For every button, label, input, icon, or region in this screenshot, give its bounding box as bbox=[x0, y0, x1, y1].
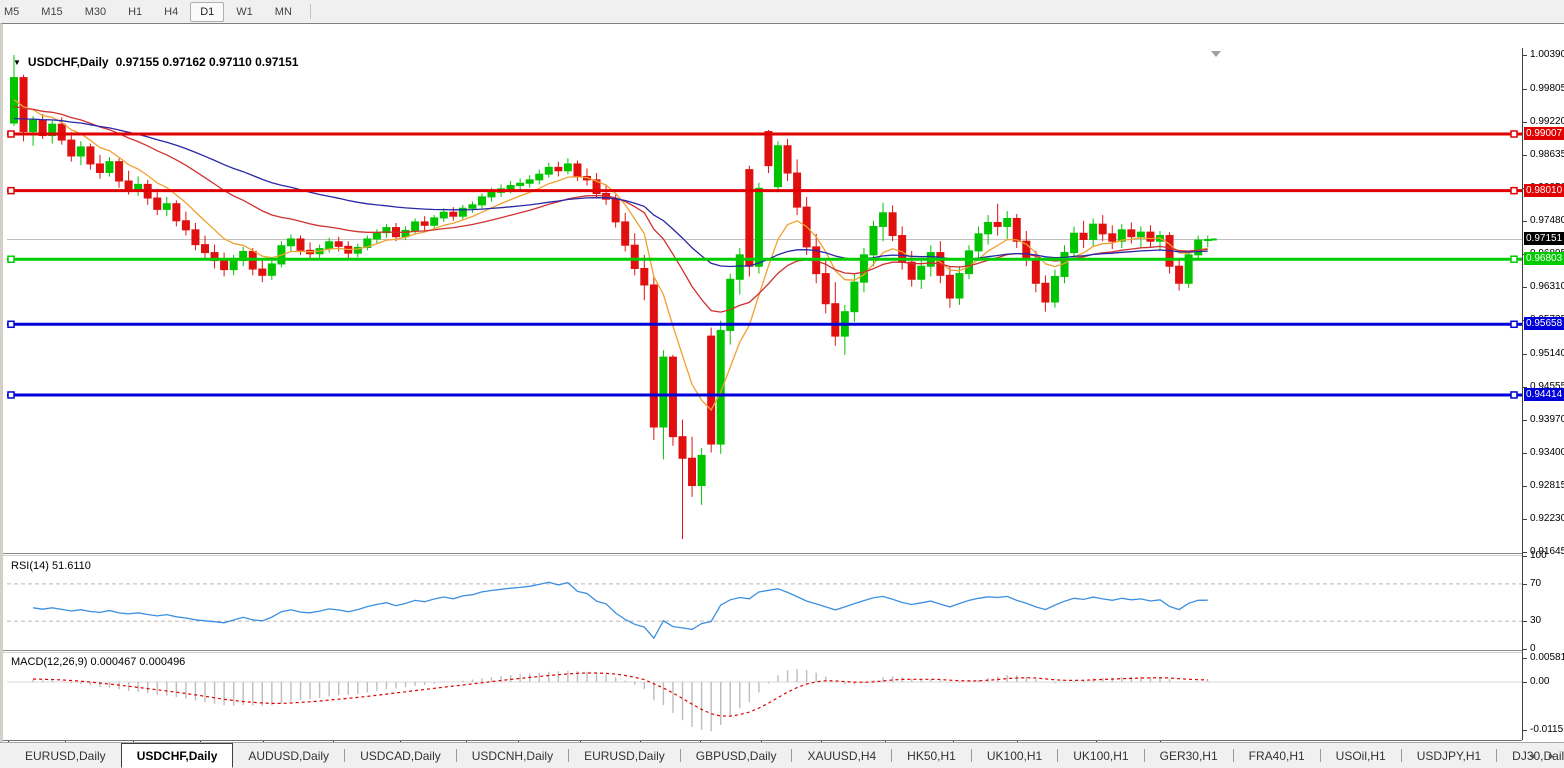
tab-scroll-left-icon[interactable]: ◄ bbox=[1528, 751, 1537, 761]
hline-price-label: 0.98010 bbox=[1524, 184, 1564, 197]
axis-tick bbox=[1523, 556, 1527, 557]
price-tick-label: 0.95140 bbox=[1530, 348, 1564, 359]
rsi-pane-canvas[interactable] bbox=[7, 556, 1522, 650]
axis-tick bbox=[1523, 552, 1527, 553]
axis-tick bbox=[1523, 730, 1527, 731]
hline-price-label: 0.99007 bbox=[1524, 127, 1564, 140]
price-tick-label: 0.93400 bbox=[1530, 447, 1564, 458]
rsi-tick-label: 100 bbox=[1530, 550, 1547, 561]
axis-tick bbox=[1523, 155, 1527, 156]
axis-tick bbox=[1523, 122, 1527, 123]
main-chart-canvas[interactable] bbox=[7, 48, 1522, 554]
price-tick-label: 1.00390 bbox=[1530, 49, 1564, 60]
price-tick-label: 0.92230 bbox=[1530, 513, 1564, 524]
axis-tick bbox=[1523, 682, 1527, 683]
timeframe-button-w1[interactable]: W1 bbox=[226, 2, 263, 22]
axis-tick bbox=[1523, 453, 1527, 454]
macd-tick-label: 0.00 bbox=[1530, 676, 1549, 687]
tab-xauusd-h4[interactable]: XAUUSD,H4 bbox=[792, 743, 891, 768]
timeframe-button-d1[interactable]: D1 bbox=[190, 2, 224, 22]
tab-usdchf-daily[interactable]: USDCHF,Daily bbox=[121, 743, 234, 768]
tab-eurusd-daily[interactable]: EURUSD,Daily bbox=[569, 743, 680, 768]
macd-tick-label: -0.011514 bbox=[1530, 724, 1564, 735]
toolbar-separator bbox=[310, 4, 311, 19]
rsi-tick-label: 70 bbox=[1530, 578, 1541, 589]
tab-usdjpy-h1[interactable]: USDJPY,H1 bbox=[1402, 743, 1496, 768]
tab-hk50-h1[interactable]: HK50,H1 bbox=[892, 743, 971, 768]
timeframe-button-m15[interactable]: M15 bbox=[31, 2, 72, 22]
chart-window: ▼ USDCHF,Daily 0.97155 0.97162 0.97110 0… bbox=[0, 23, 1564, 742]
collapse-chart-icon[interactable]: ▼ bbox=[13, 58, 21, 67]
axis-tick bbox=[1523, 55, 1527, 56]
rsi-tick-label: 30 bbox=[1530, 615, 1541, 626]
timeframe-button-m5[interactable]: M5 bbox=[0, 2, 29, 22]
tab-audusd-daily[interactable]: AUDUSD,Daily bbox=[233, 743, 344, 768]
axis-tick bbox=[1523, 621, 1527, 622]
axis-tick bbox=[1523, 519, 1527, 520]
trading-terminal: M5M15M30H1H4D1W1MN ▼ USDCHF,Daily 0.9715… bbox=[0, 0, 1564, 768]
axis-tick bbox=[1523, 89, 1527, 90]
tab-eurusd-daily[interactable]: EURUSD,Daily bbox=[10, 743, 121, 768]
hline-price-label: 0.95658 bbox=[1524, 317, 1564, 330]
axis-tick bbox=[1523, 584, 1527, 585]
tab-scroll-buttons: ◄ ► bbox=[1528, 743, 1556, 768]
chart-shift-marker[interactable] bbox=[1211, 51, 1221, 57]
tab-usdcad-daily[interactable]: USDCAD,Daily bbox=[345, 743, 456, 768]
current-price-label: 0.97151 bbox=[1524, 232, 1564, 245]
price-tick-label: 0.97480 bbox=[1530, 215, 1564, 226]
timeframe-toolbar: M5M15M30H1H4D1W1MN bbox=[0, 0, 1564, 23]
price-tick-label: 0.93970 bbox=[1530, 414, 1564, 425]
timeframe-button-mn[interactable]: MN bbox=[265, 2, 302, 22]
tab-uk100-h1[interactable]: UK100,H1 bbox=[972, 743, 1057, 768]
axis-tick bbox=[1523, 486, 1527, 487]
macd-signal-line bbox=[33, 673, 1208, 716]
timeframe-button-h4[interactable]: H4 bbox=[154, 2, 188, 22]
hline-price-label: 0.96803 bbox=[1524, 252, 1564, 265]
timeframe-buttons: M5M15M30H1H4D1W1MN bbox=[0, 2, 318, 22]
axis-tick bbox=[1523, 658, 1527, 659]
tab-usdcnh-daily[interactable]: USDCNH,Daily bbox=[457, 743, 568, 768]
tab-ger30-h1[interactable]: GER30,H1 bbox=[1145, 743, 1233, 768]
axis-tick bbox=[1523, 649, 1527, 650]
chart-tab-bar: EURUSD,DailyUSDCHF,DailyAUDUSD,DailyUSDC… bbox=[0, 742, 1564, 768]
axis-tick bbox=[1523, 354, 1527, 355]
macd-pane-canvas[interactable] bbox=[7, 653, 1522, 739]
hline-price-label: 0.94414 bbox=[1524, 388, 1564, 401]
price-axis[interactable]: 1.003900.998050.992200.986350.980500.974… bbox=[1522, 48, 1564, 740]
price-tick-label: 0.99220 bbox=[1530, 116, 1564, 127]
axis-tick bbox=[1523, 221, 1527, 222]
price-tick-label: 0.99805 bbox=[1530, 83, 1564, 94]
macd-tick-label: 0.005818 bbox=[1530, 652, 1564, 663]
price-tick-label: 0.96310 bbox=[1530, 281, 1564, 292]
tab-gbpusd-daily[interactable]: GBPUSD,Daily bbox=[681, 743, 792, 768]
chart-tabs: EURUSD,DailyUSDCHF,DailyAUDUSD,DailyUSDC… bbox=[10, 743, 1564, 768]
tab-fra40-h1[interactable]: FRA40,H1 bbox=[1234, 743, 1320, 768]
ohlc-values: 0.97155 0.97162 0.97110 0.97151 bbox=[116, 55, 299, 69]
axis-tick bbox=[1523, 287, 1527, 288]
tab-scroll-right-icon[interactable]: ► bbox=[1547, 751, 1556, 761]
chart-title: ▼ USDCHF,Daily 0.97155 0.97162 0.97110 0… bbox=[13, 55, 298, 69]
rsi-line bbox=[33, 582, 1208, 638]
timeframe-button-h1[interactable]: H1 bbox=[118, 2, 152, 22]
axis-tick bbox=[1523, 420, 1527, 421]
rsi-label: RSI(14) 51.6110 bbox=[11, 560, 91, 572]
symbol-period-label: USDCHF,Daily bbox=[28, 55, 109, 69]
price-tick-label: 0.98635 bbox=[1530, 149, 1564, 160]
price-tick-label: 0.92815 bbox=[1530, 480, 1564, 491]
tab-uk100-h1[interactable]: UK100,H1 bbox=[1058, 743, 1143, 768]
timeframe-button-m30[interactable]: M30 bbox=[75, 2, 116, 22]
tab-usoil-h1[interactable]: USOil,H1 bbox=[1321, 743, 1401, 768]
macd-label: MACD(12,26,9) 0.000467 0.000496 bbox=[11, 656, 185, 668]
